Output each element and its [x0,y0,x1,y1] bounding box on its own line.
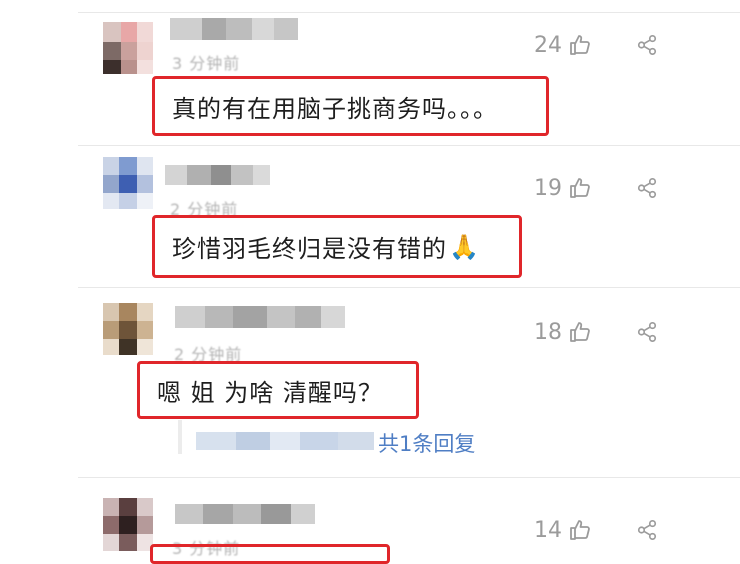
comment-text: 嗯 姐 为啥 清醒吗？ [157,378,383,407]
praying-hands-emoji: 🙏 [449,232,480,261]
share-icon[interactable] [636,321,658,343]
share-icon[interactable] [636,519,658,541]
comment-content: 嗯 姐 为啥 清醒吗？ [137,361,419,419]
comment-content: 真的有在用脑子挑商务吗。。。 [152,76,549,136]
thumbs-up-icon[interactable] [568,518,592,542]
username-blurred[interactable] [175,504,315,524]
comment-content [150,544,390,564]
avatar[interactable] [103,303,153,355]
avatar[interactable] [103,22,153,74]
comment-text: 真的有在用脑子挑商务吗。。。 [172,94,498,123]
comment-divider [78,145,740,146]
view-replies-link[interactable]: 共1条回复 [378,428,475,458]
like-count: 14 [534,518,562,543]
username-blurred[interactable] [175,306,345,328]
share-icon[interactable] [636,177,658,199]
avatar[interactable] [103,157,153,209]
top-divider [78,12,740,13]
thumbs-up-icon[interactable] [568,176,592,200]
share-icon[interactable] [636,34,658,56]
like-count: 19 [534,176,562,201]
like-count: 24 [534,33,562,58]
thumbs-up-icon[interactable] [568,33,592,57]
reply-indent-bar [178,420,182,454]
comment-text: 珍惜羽毛终归是没有错的 [172,235,447,263]
comment-divider [78,477,740,478]
like-count: 18 [534,320,562,345]
avatar[interactable] [103,498,153,551]
comment-divider [78,287,740,288]
comment-time: 3 分钟前 [172,54,241,73]
reply-preview-blurred[interactable] [196,432,374,450]
username-blurred[interactable] [165,165,270,185]
thumbs-up-icon[interactable] [568,320,592,344]
username-blurred[interactable] [170,18,298,40]
comment-content: 珍惜羽毛终归是没有错的 🙏 [152,215,522,278]
